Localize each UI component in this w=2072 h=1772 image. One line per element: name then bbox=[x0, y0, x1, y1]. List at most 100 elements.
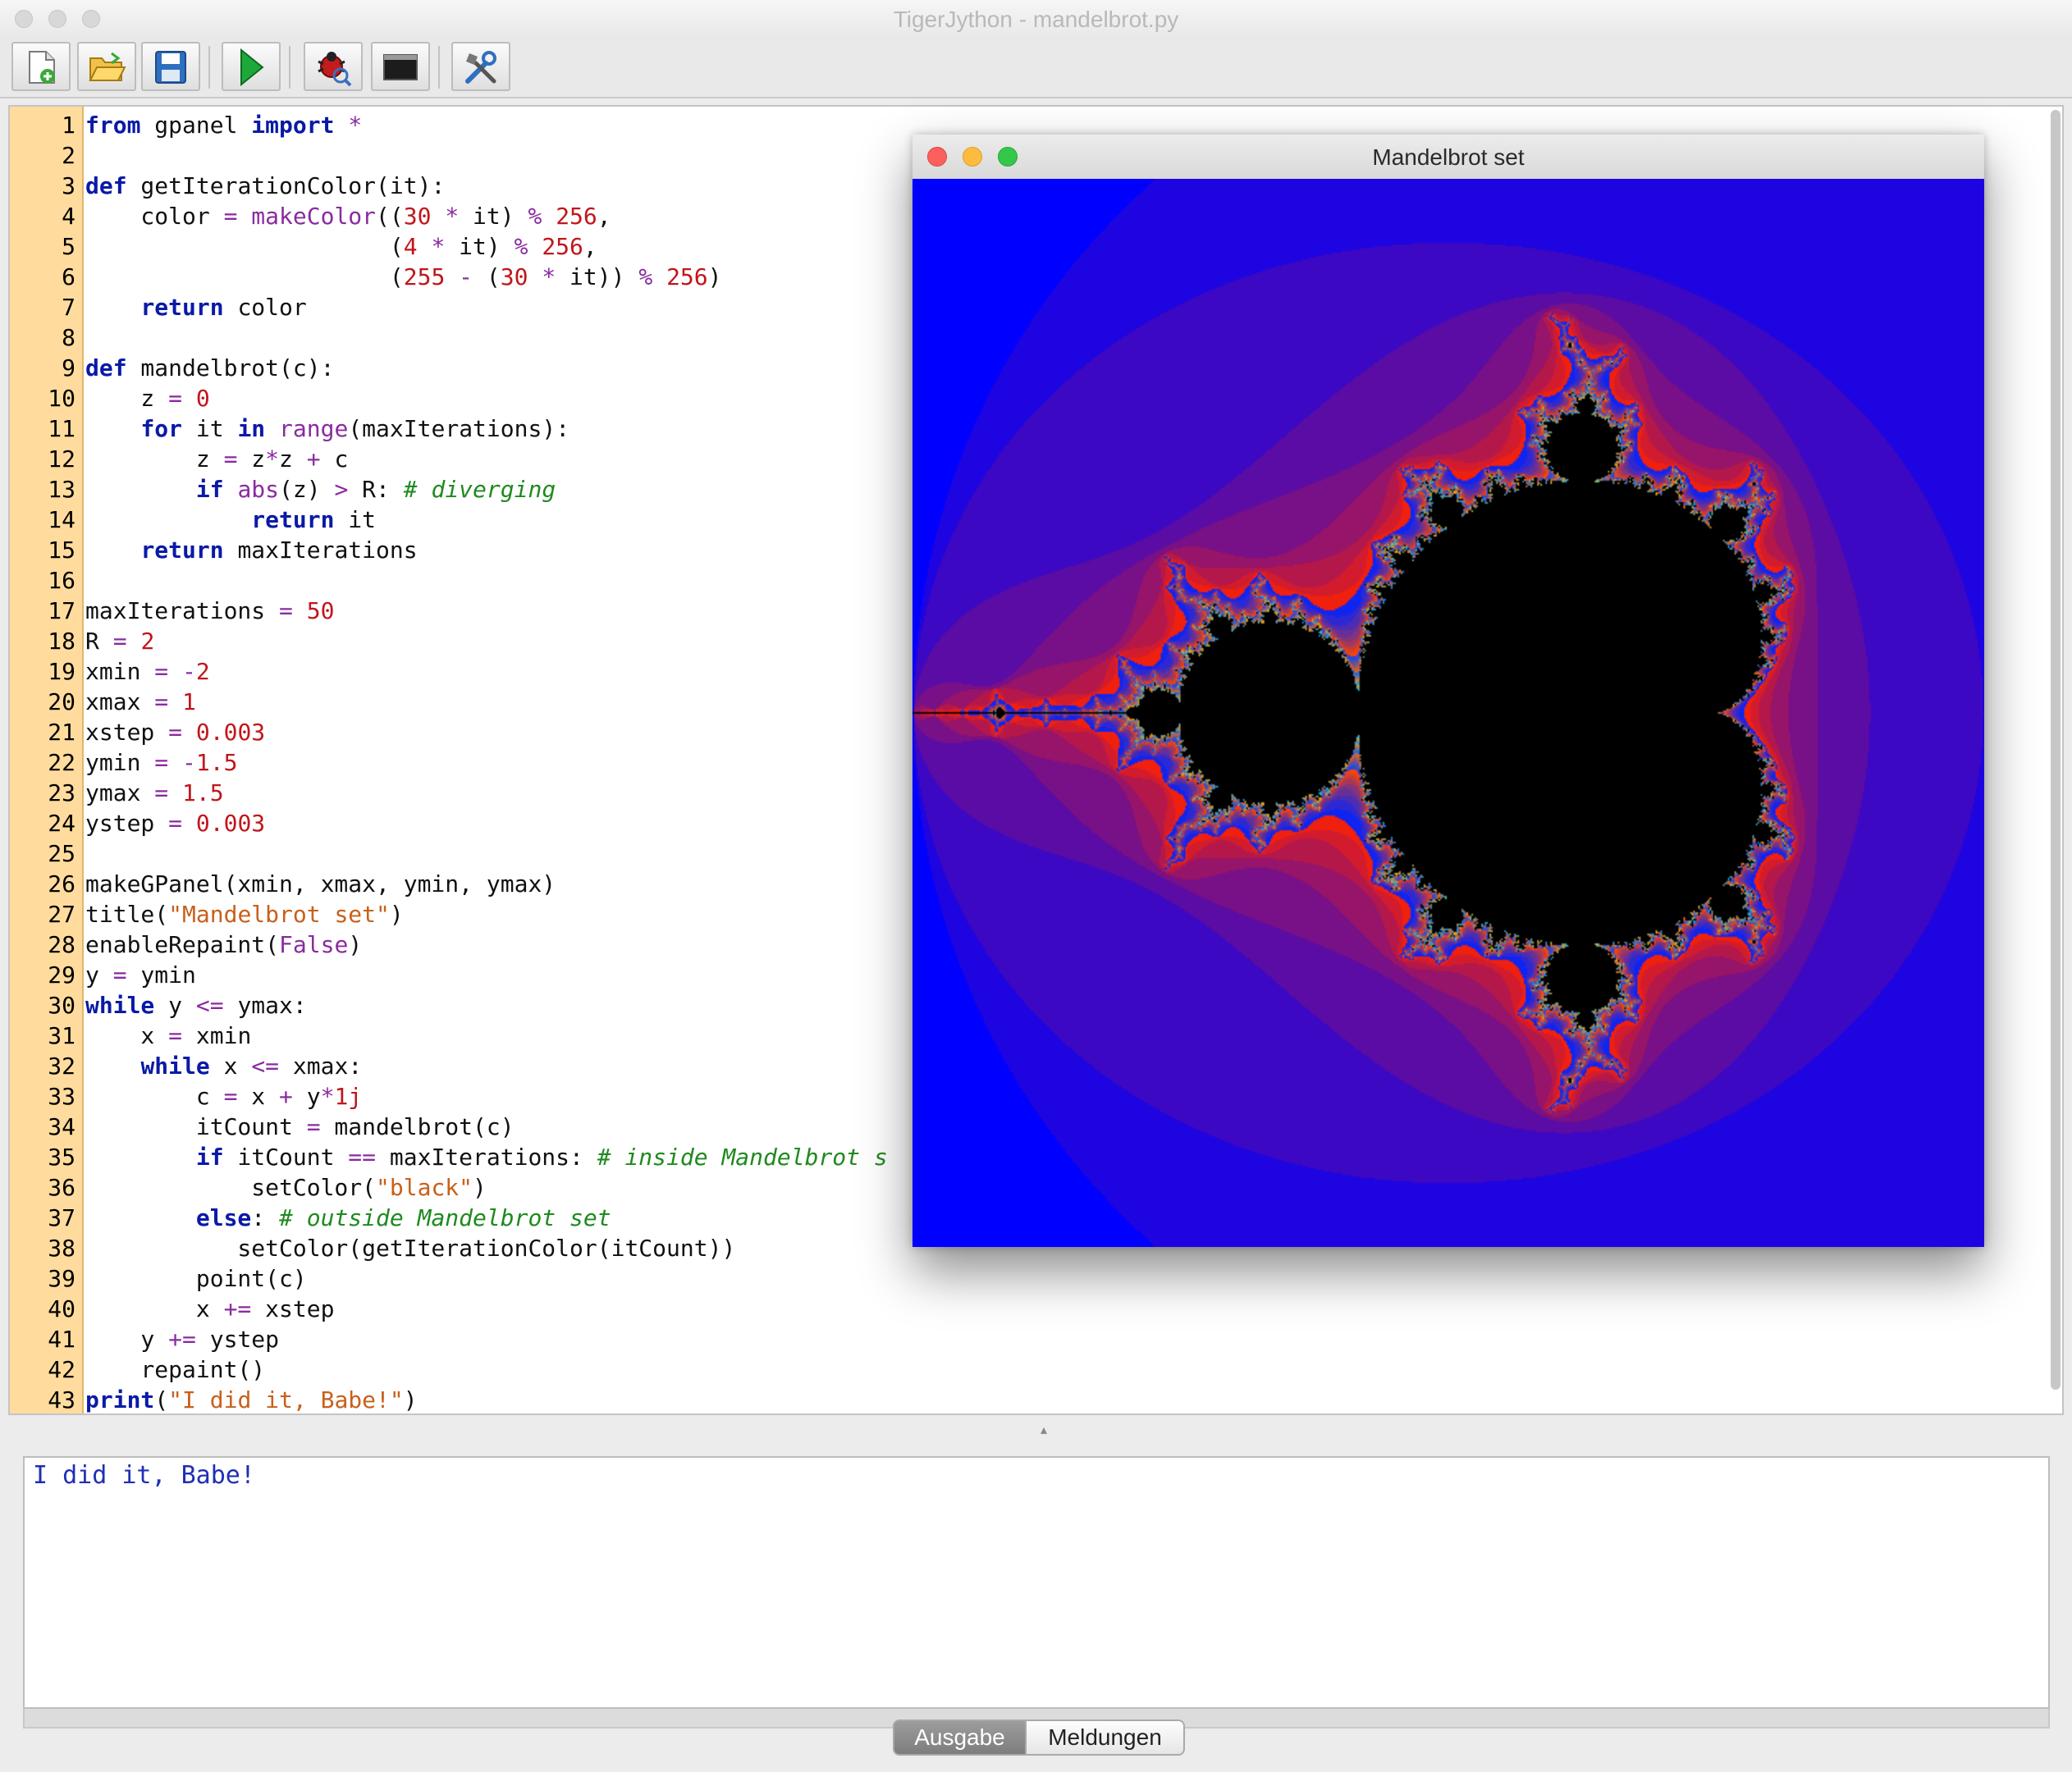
line-number: 3 bbox=[62, 172, 75, 199]
code-line[interactable]: print("I did it, Babe!") bbox=[85, 1385, 418, 1413]
run-button[interactable] bbox=[222, 42, 281, 91]
line-number: 32 bbox=[48, 1053, 75, 1080]
mandelbrot-canvas bbox=[913, 179, 1984, 1247]
new-file-button[interactable] bbox=[11, 42, 71, 91]
code-line[interactable]: ymin = -1.5 bbox=[85, 747, 237, 778]
line-number: 33 bbox=[48, 1083, 75, 1110]
line-number: 4 bbox=[62, 203, 75, 230]
code-line[interactable]: else: # outside Mandelbrot set bbox=[85, 1203, 611, 1233]
code-line[interactable]: y += ystep bbox=[85, 1324, 279, 1354]
line-number: 2 bbox=[62, 142, 75, 169]
line-number: 26 bbox=[48, 870, 75, 897]
code-line[interactable]: xmax = 1 bbox=[85, 687, 196, 717]
save-icon bbox=[155, 51, 186, 84]
code-line[interactable]: (4 * it) % 256, bbox=[85, 231, 597, 262]
console-button[interactable] bbox=[371, 42, 430, 91]
code-line[interactable]: return maxIterations bbox=[85, 535, 417, 565]
code-line[interactable]: R = 2 bbox=[85, 626, 154, 656]
line-number: 22 bbox=[48, 749, 75, 776]
code-line[interactable]: itCount = mandelbrot(c) bbox=[85, 1112, 515, 1142]
code-line[interactable]: def mandelbrot(c): bbox=[85, 353, 334, 383]
code-line[interactable]: setColor("black") bbox=[85, 1172, 487, 1203]
code-line[interactable]: makeGPanel(xmin, xmax, ymin, ymax) bbox=[85, 869, 556, 899]
toolbar-separator bbox=[438, 46, 440, 89]
code-line[interactable]: xstep = 0.003 bbox=[85, 717, 265, 747]
line-number: 30 bbox=[48, 992, 75, 1019]
code-line[interactable]: while y <= ymax: bbox=[85, 990, 307, 1021]
tab-ausgabe[interactable]: Ausgabe bbox=[893, 1719, 1027, 1756]
code-line[interactable]: if itCount == maxIterations: # inside Ma… bbox=[85, 1142, 888, 1172]
code-line[interactable]: repaint() bbox=[85, 1354, 265, 1385]
code-line[interactable]: maxIterations = 50 bbox=[85, 596, 334, 626]
line-number: 20 bbox=[48, 688, 75, 715]
code-line[interactable]: title("Mandelbrot set") bbox=[85, 899, 404, 929]
code-line[interactable]: (255 - (30 * it)) % 256) bbox=[85, 262, 722, 292]
code-line[interactable]: for it in range(maxIterations): bbox=[85, 413, 569, 444]
code-line[interactable]: setColor(getIterationColor(itCount)) bbox=[85, 1233, 735, 1263]
line-number: 40 bbox=[48, 1295, 75, 1322]
line-number: 19 bbox=[48, 658, 75, 685]
line-number: 8 bbox=[62, 324, 75, 351]
editor-scroll-thumb[interactable] bbox=[2051, 110, 2061, 1390]
line-number: 9 bbox=[62, 354, 75, 381]
splitter-grip-icon[interactable]: ▴ bbox=[1041, 1422, 1047, 1438]
code-line[interactable]: x = xmin bbox=[85, 1021, 251, 1051]
code-line[interactable]: if abs(z) > R: # diverging bbox=[85, 474, 556, 505]
panel-splitter[interactable]: ▴ bbox=[8, 1415, 2064, 1440]
code-line[interactable]: point(c) bbox=[85, 1263, 307, 1294]
line-number: 38 bbox=[48, 1235, 75, 1262]
debug-button[interactable] bbox=[304, 42, 363, 91]
output-panel[interactable]: I did it, Babe! bbox=[23, 1456, 2050, 1709]
line-number: 7 bbox=[62, 294, 75, 321]
code-line[interactable]: def getIterationColor(it): bbox=[85, 171, 445, 201]
new-file-icon bbox=[29, 51, 55, 84]
tools-icon bbox=[465, 51, 496, 84]
mandelbrot-window[interactable]: Mandelbrot set bbox=[913, 135, 1984, 1247]
line-number: 31 bbox=[48, 1022, 75, 1049]
line-number: 42 bbox=[48, 1356, 75, 1383]
mandelbrot-window-title: Mandelbrot set bbox=[1372, 144, 1525, 170]
code-line[interactable]: y = ymin bbox=[85, 960, 196, 990]
tab-meldungen[interactable]: Meldungen bbox=[1027, 1719, 1185, 1756]
line-number: 34 bbox=[48, 1113, 75, 1140]
line-number: 23 bbox=[48, 779, 75, 806]
save-file-button[interactable] bbox=[141, 42, 200, 91]
toolbar bbox=[0, 39, 2072, 98]
toolbar-separator bbox=[289, 46, 290, 89]
line-number: 21 bbox=[48, 719, 75, 746]
code-line[interactable]: ystep = 0.003 bbox=[85, 808, 265, 838]
line-number: 29 bbox=[48, 961, 75, 989]
line-number: 39 bbox=[48, 1265, 75, 1292]
output-text: I did it, Babe! bbox=[33, 1461, 255, 1490]
code-line[interactable]: while x <= xmax: bbox=[85, 1051, 362, 1081]
line-number: 36 bbox=[48, 1174, 75, 1201]
code-line[interactable]: return it bbox=[85, 505, 376, 535]
toolbar-separator bbox=[208, 46, 210, 89]
window-title: TigerJython - mandelbrot.py bbox=[893, 7, 1179, 32]
code-line[interactable]: z = z*z + c bbox=[85, 444, 348, 474]
line-number: 17 bbox=[48, 597, 75, 624]
code-line[interactable]: ymax = 1.5 bbox=[85, 778, 224, 808]
code-line[interactable]: enableRepaint(False) bbox=[85, 929, 362, 960]
line-number: 10 bbox=[48, 385, 75, 412]
line-number: 5 bbox=[62, 233, 75, 260]
open-file-button[interactable] bbox=[77, 42, 136, 91]
mandelbrot-window-titlebar[interactable]: Mandelbrot set bbox=[913, 135, 1984, 180]
line-number: 12 bbox=[48, 445, 75, 473]
window-titlebar: TigerJython - mandelbrot.py bbox=[0, 0, 2072, 40]
editor-scrollbar[interactable] bbox=[2049, 110, 2061, 1390]
code-line[interactable]: x += xstep bbox=[85, 1294, 335, 1324]
code-line[interactable]: z = 0 bbox=[85, 383, 209, 413]
line-number: 24 bbox=[48, 810, 75, 837]
line-number: 28 bbox=[48, 931, 75, 958]
line-number: 1 bbox=[62, 112, 75, 139]
code-line[interactable]: c = x + y*1j bbox=[85, 1081, 362, 1112]
line-number: 16 bbox=[48, 567, 75, 594]
code-line[interactable]: color = makeColor((30 * it) % 256, bbox=[85, 201, 611, 231]
code-line[interactable]: xmin = -2 bbox=[85, 656, 210, 687]
line-number: 15 bbox=[48, 537, 75, 564]
line-number: 14 bbox=[48, 506, 75, 533]
settings-button[interactable] bbox=[451, 42, 510, 91]
code-line[interactable]: return color bbox=[85, 292, 306, 322]
code-line[interactable]: from gpanel import * bbox=[85, 110, 362, 140]
